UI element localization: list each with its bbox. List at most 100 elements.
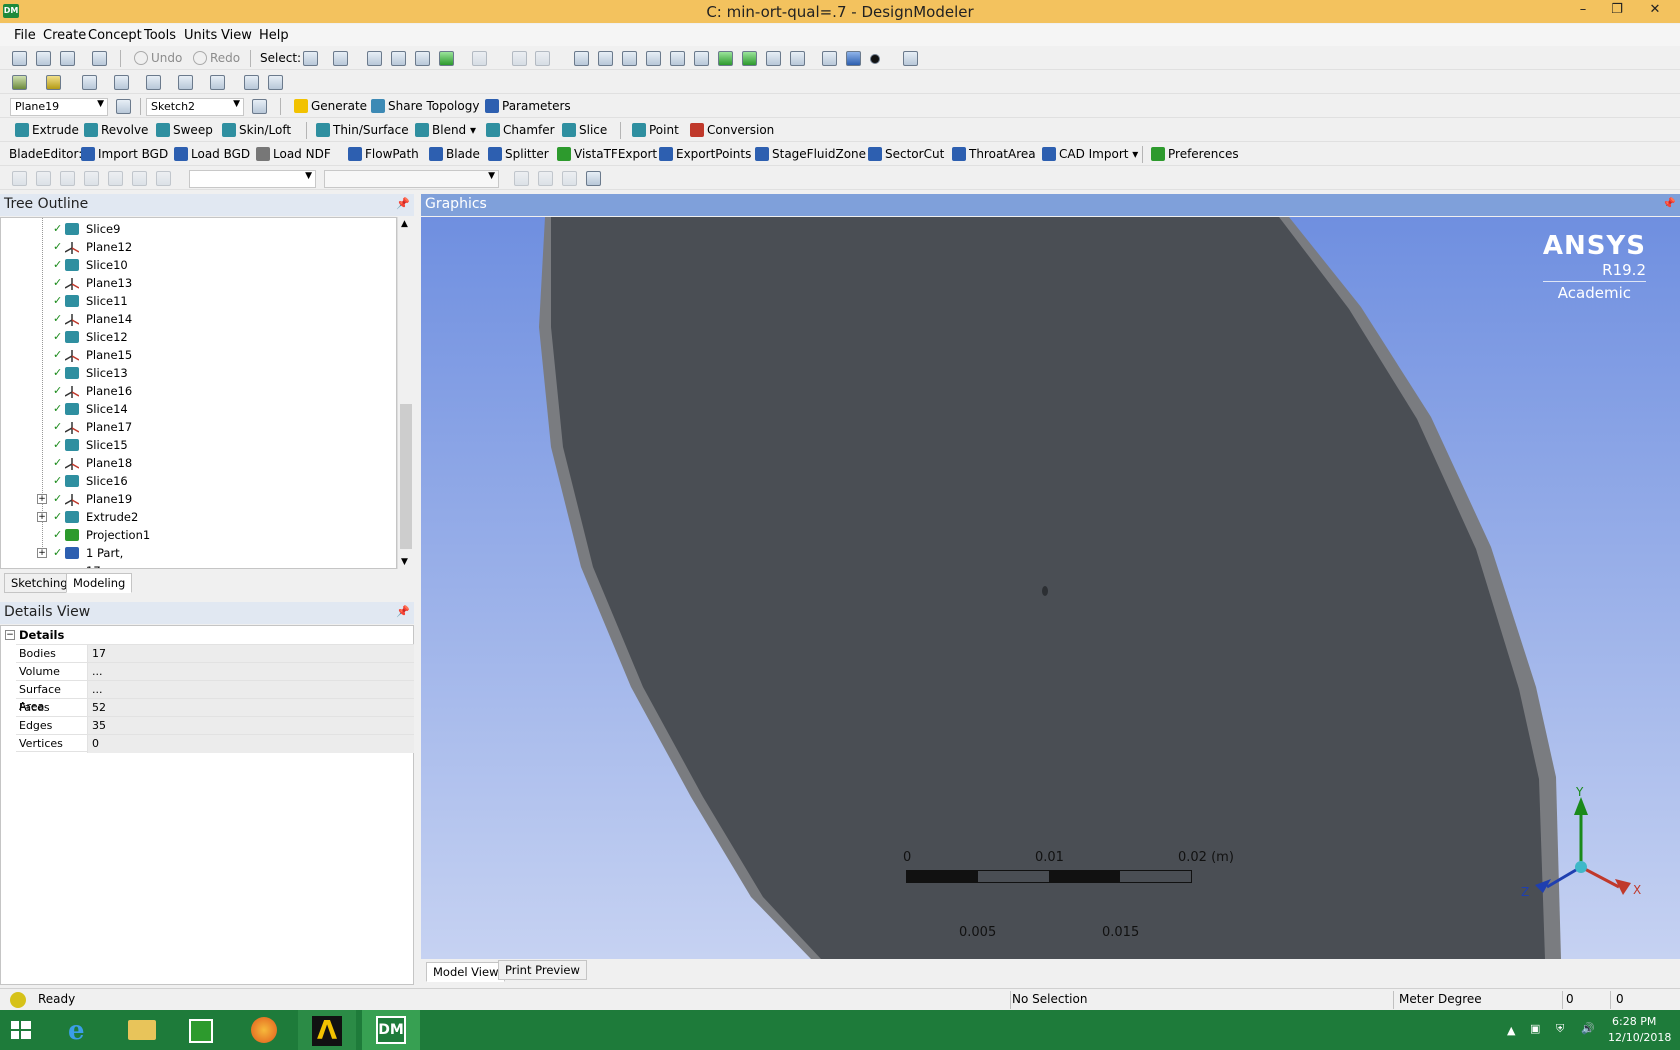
expand-icon[interactable]: + <box>37 512 47 522</box>
volume-icon[interactable]: 🔊 <box>1581 1022 1595 1035</box>
revolve-button[interactable]: Revolve <box>84 123 148 137</box>
security-icon[interactable]: ⛨ <box>1556 1022 1564 1036</box>
conversion-button[interactable]: Conversion <box>690 123 774 137</box>
zoom-box-icon[interactable] <box>646 51 661 66</box>
start-icon[interactable] <box>0 1010 58 1050</box>
scrollbar-thumb[interactable] <box>400 404 412 549</box>
selection-filter-icon[interactable] <box>333 51 348 66</box>
point-tool-2-icon[interactable] <box>268 75 283 90</box>
preferences-button[interactable]: Preferences <box>1151 147 1239 161</box>
menu-help[interactable]: Help <box>259 28 289 43</box>
disabled-tool-7-icon[interactable] <box>156 171 171 186</box>
angle-unit[interactable]: Degree <box>1438 992 1482 1006</box>
edge-tool-1-icon[interactable] <box>82 75 97 90</box>
disabled-tool-10-icon[interactable] <box>562 171 577 186</box>
display-model-icon[interactable] <box>846 51 861 66</box>
axis-triad[interactable]: Y X Z <box>1511 785 1641 899</box>
new-sketch-icon[interactable] <box>252 99 267 114</box>
scroll-down-icon[interactable]: ▼ <box>401 557 408 567</box>
disabled-tool-2-icon[interactable] <box>36 171 51 186</box>
ansys-workbench-icon[interactable]: Λ <box>298 1010 356 1050</box>
scroll-up-icon[interactable]: ▲ <box>401 219 408 229</box>
zoom-fit-icon[interactable] <box>670 51 685 66</box>
details-row[interactable]: Edges 35 <box>16 716 414 735</box>
slice-button[interactable]: Slice <box>562 123 607 137</box>
menu-file[interactable]: File <box>14 28 36 43</box>
load-bgd-button[interactable]: Load BGD <box>174 147 250 161</box>
look-at-icon[interactable] <box>790 51 805 66</box>
details-row[interactable]: Vertices 0 <box>16 734 414 753</box>
zoom-icon[interactable] <box>622 51 637 66</box>
new-file-icon[interactable] <box>12 51 27 66</box>
disabled-tool-8-icon[interactable] <box>514 171 529 186</box>
details-row[interactable]: Surface Area... <box>16 680 414 713</box>
select-faces-icon[interactable] <box>415 51 430 66</box>
expand-icon[interactable]: + <box>37 494 47 504</box>
file-explorer-icon[interactable] <box>112 1010 170 1050</box>
stagefluidzone-button[interactable]: StageFluidZone <box>755 147 866 161</box>
sketch-select[interactable]: Sketch2 ▼ <box>146 98 244 116</box>
details-row[interactable]: Volume... <box>16 662 414 681</box>
flowpath-button[interactable]: FlowPath <box>348 147 419 161</box>
face-color-icon[interactable] <box>12 75 27 90</box>
clock-time[interactable]: 6:28 PM <box>1612 1015 1656 1028</box>
chamfer-button[interactable]: Chamfer <box>486 123 555 137</box>
pin-icon[interactable]: 📌 <box>396 197 410 210</box>
splitter-button[interactable]: Splitter <box>488 147 549 161</box>
generate-button[interactable]: Generate <box>294 99 367 113</box>
internet-explorer-icon[interactable]: e <box>52 1010 110 1050</box>
screenshot-icon[interactable] <box>92 51 107 66</box>
zoom-selected-icon[interactable] <box>694 51 709 66</box>
tab-modeling[interactable]: Modeling <box>66 573 133 593</box>
parameters-button[interactable]: Parameters <box>485 99 571 113</box>
tray-expand-icon[interactable]: ▲ <box>1507 1024 1515 1037</box>
sweep-button[interactable]: Sweep <box>156 123 213 137</box>
tree-scrollbar[interactable]: ▲ ▼ <box>397 217 414 569</box>
cad-import-button[interactable]: CAD Import ▾ <box>1042 147 1138 161</box>
new-plane-icon[interactable] <box>116 99 131 114</box>
disabled-tool-5-icon[interactable] <box>108 171 123 186</box>
clock-date[interactable]: 12/10/2018 <box>1608 1031 1671 1044</box>
collapse-icon[interactable]: − <box>5 630 15 640</box>
point-button[interactable]: Point <box>632 123 679 137</box>
extrude-button[interactable]: Extrude <box>15 123 79 137</box>
load-ndf-button[interactable]: Load NDF <box>256 147 331 161</box>
menu-units[interactable]: Units <box>184 28 217 43</box>
menu-view[interactable]: View <box>221 28 252 43</box>
clear-selection-icon[interactable] <box>535 51 550 66</box>
select-bodies-icon[interactable] <box>439 51 454 66</box>
rotate-icon[interactable] <box>574 51 589 66</box>
edge-color-icon[interactable] <box>46 75 61 90</box>
details-row[interactable]: Faces 52 <box>16 698 414 717</box>
save-as-icon[interactable] <box>60 51 75 66</box>
disabled-tool-6-icon[interactable] <box>132 171 147 186</box>
minimize-button[interactable]: – <box>1566 0 1600 23</box>
throatarea-button[interactable]: ThroatArea <box>952 147 1036 161</box>
firefox-icon[interactable] <box>235 1010 293 1050</box>
details-row[interactable]: Bodies 17 <box>16 644 414 663</box>
disabled-tool-3-icon[interactable] <box>60 171 75 186</box>
redo-button[interactable]: Redo <box>193 51 240 65</box>
vistatfexport-button[interactable]: VistaTFExport <box>557 147 657 161</box>
menu-tools[interactable]: Tools <box>144 28 176 43</box>
menu-concept[interactable]: Concept <box>88 28 142 43</box>
zoom-in-icon[interactable] <box>718 51 733 66</box>
edge-tool-4-icon[interactable] <box>178 75 193 90</box>
select-points-icon[interactable] <box>367 51 382 66</box>
save-icon[interactable] <box>36 51 51 66</box>
disabled-tool-9-icon[interactable] <box>538 171 553 186</box>
select-all-icon[interactable] <box>512 51 527 66</box>
import-bgd-button[interactable]: Import BGD <box>81 147 168 161</box>
thin-surface-button[interactable]: Thin/Surface <box>316 123 409 137</box>
tab-print-preview[interactable]: Print Preview <box>498 960 587 980</box>
extend-selection-icon[interactable] <box>472 51 487 66</box>
isometric-view-icon[interactable] <box>766 51 781 66</box>
select-edges-icon[interactable] <box>391 51 406 66</box>
display-point-icon[interactable] <box>870 54 880 64</box>
share-topology-button[interactable]: Share Topology <box>371 99 479 113</box>
edge-tool-3-icon[interactable] <box>146 75 161 90</box>
designmodeler-taskbar-icon[interactable]: DM <box>362 1010 420 1050</box>
plane-select[interactable]: Plane19 ▼ <box>10 98 108 116</box>
graphics-viewport[interactable]: ANSYS R19.2 Academic 0 0.01 0.02 (m) 0.0… <box>421 217 1680 959</box>
point-tool-icon[interactable] <box>244 75 259 90</box>
